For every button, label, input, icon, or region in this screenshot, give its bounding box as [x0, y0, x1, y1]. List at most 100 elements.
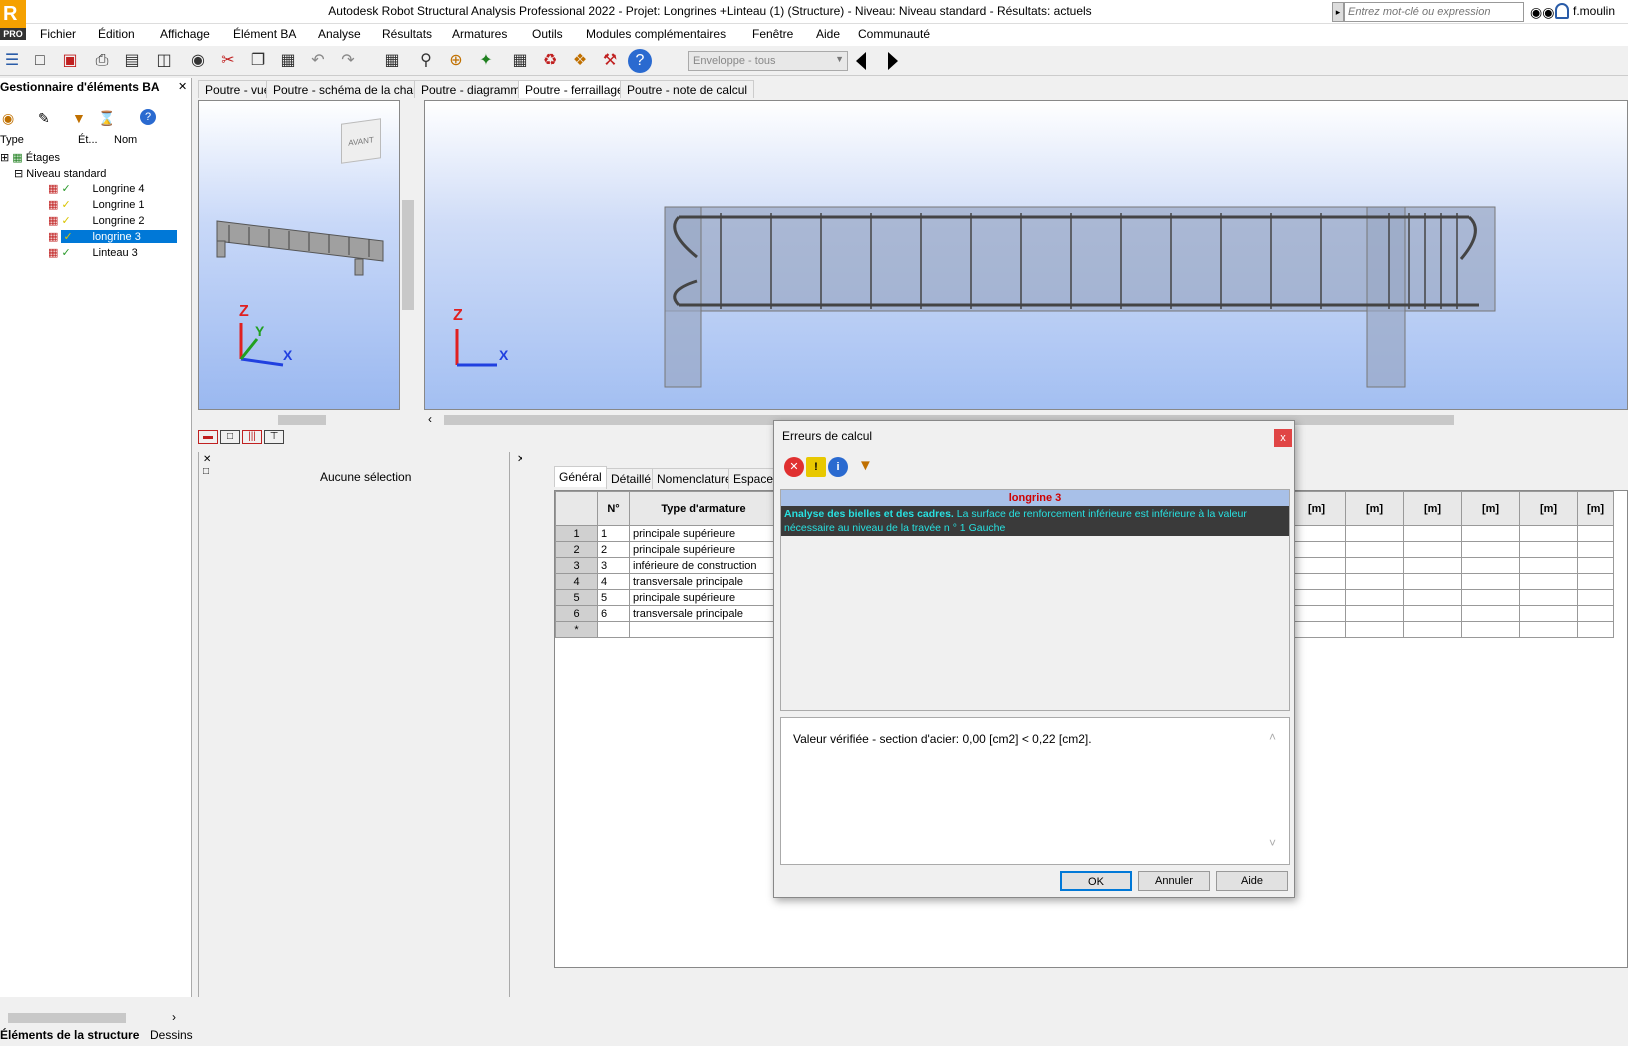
edit-icon[interactable]: ✎	[38, 110, 50, 127]
rebar-icon[interactable]: ♻	[538, 49, 562, 73]
col-rebar-type[interactable]: Type d'armature	[629, 491, 778, 526]
print-preview-icon[interactable]: ◫	[152, 49, 176, 73]
restore-icon[interactable]: □	[203, 466, 209, 477]
list-icon[interactable]: ☰	[0, 49, 24, 73]
help-icon[interactable]: ?	[628, 49, 652, 73]
close-icon[interactable]: ✕	[178, 80, 187, 93]
search-expand-icon[interactable]: ▸	[1332, 2, 1344, 22]
undo-icon[interactable]: ↶	[306, 49, 330, 73]
redo-icon[interactable]: ↷	[336, 49, 360, 73]
cell-type[interactable]: principale supérieure	[629, 541, 778, 558]
col-state[interactable]: Ét...	[78, 134, 98, 146]
tree-item[interactable]: ▦ ✓ Linteau 3	[48, 246, 186, 262]
chevron-down-icon[interactable]: ˅	[1269, 836, 1276, 850]
print-icon[interactable]: ⎙	[90, 49, 114, 73]
close-icon[interactable]: ✕	[203, 454, 211, 465]
cell-type[interactable]: transversale principale	[629, 605, 778, 622]
error-detail-box[interactable]: Valeur vérifiée - section d'acier: 0,00 …	[780, 717, 1290, 865]
tab-structure-elements[interactable]: Éléments de la structure	[0, 1028, 139, 1042]
reinforcement-view[interactable]: Z X	[424, 100, 1628, 410]
error-filter-icon[interactable]: ✕	[784, 457, 804, 477]
col-number[interactable]: N°	[597, 491, 630, 526]
row-header[interactable]: 5	[555, 589, 598, 606]
next-arrow-icon[interactable]	[888, 52, 898, 70]
cell-type[interactable]: inférieure de construction	[629, 557, 778, 574]
col-unit[interactable]: [m]	[1461, 491, 1520, 526]
help-icon[interactable]: ?	[140, 109, 156, 125]
tree-item[interactable]: ▦ ✓ longrine 3	[48, 230, 186, 246]
filter-icon[interactable]: ▼	[72, 110, 86, 126]
app-logo[interactable]: R PRO	[0, 0, 26, 40]
col-unit[interactable]: [m]	[1577, 491, 1614, 526]
tree-level[interactable]: ⊟ Niveau standard	[14, 167, 106, 183]
close-button[interactable]: x	[1274, 429, 1292, 447]
menu-armatures[interactable]: Armatures	[452, 27, 507, 41]
warning-filter-icon[interactable]: !	[806, 457, 826, 477]
ok-button[interactable]: OK	[1060, 871, 1132, 891]
tree-structure-icon[interactable]: ✦	[474, 49, 498, 73]
binoculars-icon[interactable]: ◉◉	[1530, 4, 1554, 21]
menu-analyse[interactable]: Analyse	[318, 27, 361, 41]
cube-icon[interactable]: ❖	[568, 49, 592, 73]
col-type[interactable]: Type	[0, 134, 24, 146]
error-list[interactable]: longrine 3 Analyse des bielles et des ca…	[780, 489, 1290, 711]
calculator-icon[interactable]: ▦	[380, 49, 404, 73]
error-element-header[interactable]: longrine 3	[781, 490, 1289, 506]
tab-reinforcement[interactable]: Poutre - ferraillage	[518, 80, 631, 98]
stirrups-view-icon[interactable]: |||	[242, 430, 262, 444]
scroll-thumb[interactable]	[8, 1013, 126, 1023]
tab-load-scheme[interactable]: Poutre - schéma de la charge	[266, 80, 438, 98]
copy-icon[interactable]: ❐	[246, 49, 270, 73]
scroll-thumb[interactable]	[278, 415, 326, 425]
search-input[interactable]	[1344, 2, 1524, 22]
menu-modules[interactable]: Modules complémentaires	[586, 27, 726, 41]
cell-number[interactable]: 5	[597, 589, 630, 606]
menu-fenetre[interactable]: Fenêtre	[752, 27, 793, 41]
row-header[interactable]: *	[555, 621, 598, 638]
cell-type[interactable]: transversale principale	[629, 573, 778, 590]
cell-number[interactable]: 4	[597, 573, 630, 590]
menu-edition[interactable]: Édition	[98, 27, 135, 41]
beam-view-icon[interactable]: ▬	[198, 430, 218, 444]
cell-number[interactable]	[597, 621, 630, 638]
menu-element-ba[interactable]: Élément BA	[233, 27, 296, 41]
previous-arrow-icon[interactable]	[856, 52, 866, 70]
tab-general[interactable]: Général	[554, 466, 607, 487]
menu-fichier[interactable]: Fichier	[40, 27, 76, 41]
cell-type[interactable]	[629, 621, 778, 638]
open-book-icon[interactable]: ▤	[120, 49, 144, 73]
new-file-icon[interactable]: □	[28, 49, 52, 73]
save-icon[interactable]: ▣	[58, 49, 82, 73]
cell-type[interactable]: principale supérieure	[629, 525, 778, 542]
tree-item[interactable]: ▦ ✓ Longrine 4	[48, 182, 186, 198]
menu-aide[interactable]: Aide	[816, 27, 840, 41]
col-unit[interactable]: [m]	[1345, 491, 1404, 526]
grid-icon[interactable]: ▦	[508, 49, 532, 73]
menu-outils[interactable]: Outils	[532, 27, 563, 41]
tab-calc-note[interactable]: Poutre - note de calcul	[620, 80, 755, 98]
col-unit[interactable]: [m]	[1287, 491, 1346, 526]
chevron-up-icon[interactable]: ˄	[1269, 730, 1276, 744]
error-message-row[interactable]: Analyse des bielles et des cadres. La su…	[781, 506, 1289, 536]
target-icon[interactable]: ⊕	[444, 49, 468, 73]
col-unit[interactable]: [m]	[1403, 491, 1462, 526]
tab-detailed[interactable]: Détaillé	[606, 468, 657, 489]
cell-type[interactable]: principale supérieure	[629, 589, 778, 606]
horizontal-scrollbar[interactable]: ›	[0, 1010, 186, 1026]
row-header[interactable]: 6	[555, 605, 598, 622]
info-filter-icon[interactable]: i	[828, 457, 848, 477]
tab-nomenclature[interactable]: Nomenclature	[652, 468, 737, 489]
cell-number[interactable]: 1	[597, 525, 630, 542]
hourglass-icon[interactable]: ⌛	[98, 110, 115, 127]
user-icon[interactable]	[1555, 3, 1569, 19]
envelope-select[interactable]: Enveloppe - tous ▼	[688, 51, 848, 71]
cut-icon[interactable]: ✂	[216, 49, 240, 73]
chevron-left-icon[interactable]: ‹	[428, 412, 432, 426]
cell-number[interactable]: 2	[597, 541, 630, 558]
tree-root[interactable]: ⊞ ▦ Étages	[0, 151, 60, 167]
chevron-right-icon[interactable]: ›	[172, 1010, 176, 1024]
row-header[interactable]: 3	[555, 557, 598, 574]
row-header[interactable]: 1	[555, 525, 598, 542]
tools-icon[interactable]: ⚒	[598, 49, 622, 73]
col-unit[interactable]: [m]	[1519, 491, 1578, 526]
